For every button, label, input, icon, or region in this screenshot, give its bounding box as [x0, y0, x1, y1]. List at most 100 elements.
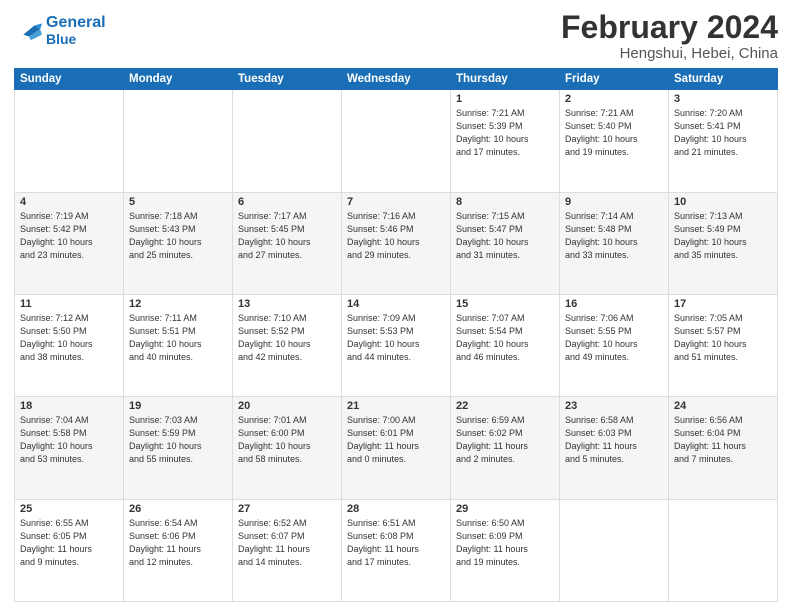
day-info: Sunrise: 7:12 AMSunset: 5:50 PMDaylight:… [20, 312, 118, 364]
calendar-day-11: 11 Sunrise: 7:12 AMSunset: 5:50 PMDayligh… [15, 294, 124, 396]
day-number: 5 [129, 196, 227, 208]
day-number: 17 [674, 298, 772, 310]
calendar-day-4: 4 Sunrise: 7:19 AMSunset: 5:42 PMDaylight… [15, 192, 124, 294]
calendar-week-row: 18Sunrise: 7:04 AMSunset: 5:58 PMDayligh… [15, 397, 778, 499]
day-number: 20 [238, 400, 336, 412]
calendar-day-19: 19Sunrise: 7:03 AMSunset: 5:59 PMDayligh… [124, 397, 233, 499]
weekday-header-tuesday: Tuesday [233, 69, 342, 90]
main-title: February 2024 [561, 10, 778, 45]
calendar-day-20: 20 Sunrise: 7:01 AMSunset: 6:00 PMDayligh… [233, 397, 342, 499]
day-info: Sunrise: 6:59 AMSunset: 6:02 PMDaylight:… [456, 414, 554, 466]
day-info: Sunrise: 6:51 AMSunset: 6:08 PMDaylight:… [347, 517, 445, 569]
day-info: Sunrise: 7:18 AMSunset: 5:43 PMDaylight:… [129, 210, 227, 262]
day-info: Sunrise: 7:15 AMSunset: 5:47 PMDaylight:… [456, 210, 554, 262]
calendar-day-2: 2Sunrise: 7:21 AMSunset: 5:40 PMDaylight… [560, 90, 669, 192]
calendar-table: SundayMondayTuesdayWednesdayThursdayFrid… [14, 68, 778, 602]
weekday-header-friday: Friday [560, 69, 669, 90]
calendar-empty-cell [669, 499, 778, 601]
calendar-day-7: 7Sunrise: 7:16 AMSunset: 5:46 PMDaylight… [342, 192, 451, 294]
day-number: 11 [20, 298, 118, 310]
day-number: 1 [456, 93, 554, 105]
day-info: Sunrise: 7:09 AMSunset: 5:53 PMDaylight:… [347, 312, 445, 364]
calendar-week-row: 1 Sunrise: 7:21 AMSunset: 5:39 PMDaylight… [15, 90, 778, 192]
day-number: 21 [347, 400, 445, 412]
day-info: Sunrise: 7:14 AMSunset: 5:48 PMDaylight:… [565, 210, 663, 262]
logo: General Blue [14, 14, 106, 47]
day-info: Sunrise: 6:56 AMSunset: 6:04 PMDaylight:… [674, 414, 772, 466]
calendar-day-18: 18Sunrise: 7:04 AMSunset: 5:58 PMDayligh… [15, 397, 124, 499]
calendar-day-3: 3 Sunrise: 7:20 AMSunset: 5:41 PMDaylight… [669, 90, 778, 192]
calendar-empty-cell [233, 90, 342, 192]
calendar-day-8: 8 Sunrise: 7:15 AMSunset: 5:47 PMDaylight… [451, 192, 560, 294]
weekday-header-monday: Monday [124, 69, 233, 90]
day-info: Sunrise: 7:00 AMSunset: 6:01 PMDaylight:… [347, 414, 445, 466]
calendar-day-17: 17 Sunrise: 7:05 AMSunset: 5:57 PMDayligh… [669, 294, 778, 396]
page: General Blue February 2024 Hengshui, Heb… [0, 0, 792, 612]
day-number: 23 [565, 400, 663, 412]
logo-bird-icon [14, 16, 42, 44]
day-number: 26 [129, 503, 227, 515]
calendar-empty-cell [15, 90, 124, 192]
calendar-day-29: 29 Sunrise: 6:50 AMSunset: 6:09 PMDayligh… [451, 499, 560, 601]
calendar-day-1: 1 Sunrise: 7:21 AMSunset: 5:39 PMDaylight… [451, 90, 560, 192]
day-info: Sunrise: 6:52 AMSunset: 6:07 PMDaylight:… [238, 517, 336, 569]
title-block: February 2024 Hengshui, Hebei, China [561, 10, 778, 62]
day-info: Sunrise: 7:21 AMSunset: 5:39 PMDaylight:… [456, 107, 554, 159]
day-info: Sunrise: 7:20 AMSunset: 5:41 PMDaylight:… [674, 107, 772, 159]
day-number: 19 [129, 400, 227, 412]
calendar-week-row: 4 Sunrise: 7:19 AMSunset: 5:42 PMDaylight… [15, 192, 778, 294]
calendar-day-6: 6 Sunrise: 7:17 AMSunset: 5:45 PMDaylight… [233, 192, 342, 294]
weekday-header-sunday: Sunday [15, 69, 124, 90]
day-info: Sunrise: 7:06 AMSunset: 5:55 PMDaylight:… [565, 312, 663, 364]
calendar-empty-cell [124, 90, 233, 192]
calendar-day-21: 21 Sunrise: 7:00 AMSunset: 6:01 PMDayligh… [342, 397, 451, 499]
weekday-header-saturday: Saturday [669, 69, 778, 90]
day-number: 14 [347, 298, 445, 310]
calendar-day-16: 16 Sunrise: 7:06 AMSunset: 5:55 PMDayligh… [560, 294, 669, 396]
day-number: 27 [238, 503, 336, 515]
weekday-header-row: SundayMondayTuesdayWednesdayThursdayFrid… [15, 69, 778, 90]
calendar-week-row: 11 Sunrise: 7:12 AMSunset: 5:50 PMDayligh… [15, 294, 778, 396]
day-number: 7 [347, 196, 445, 208]
day-number: 8 [456, 196, 554, 208]
day-number: 10 [674, 196, 772, 208]
day-number: 6 [238, 196, 336, 208]
day-info: Sunrise: 6:50 AMSunset: 6:09 PMDaylight:… [456, 517, 554, 569]
day-number: 4 [20, 196, 118, 208]
day-number: 16 [565, 298, 663, 310]
calendar-day-23: 23Sunrise: 6:58 AMSunset: 6:03 PMDayligh… [560, 397, 669, 499]
day-number: 3 [674, 93, 772, 105]
calendar-empty-cell [342, 90, 451, 192]
day-number: 24 [674, 400, 772, 412]
day-number: 15 [456, 298, 554, 310]
calendar-empty-cell [560, 499, 669, 601]
calendar-day-25: 25 Sunrise: 6:55 AMSunset: 6:05 PMDayligh… [15, 499, 124, 601]
calendar-day-5: 5 Sunrise: 7:18 AMSunset: 5:43 PMDaylight… [124, 192, 233, 294]
day-number: 28 [347, 503, 445, 515]
day-info: Sunrise: 7:07 AMSunset: 5:54 PMDaylight:… [456, 312, 554, 364]
day-info: Sunrise: 7:11 AMSunset: 5:51 PMDaylight:… [129, 312, 227, 364]
day-info: Sunrise: 7:05 AMSunset: 5:57 PMDaylight:… [674, 312, 772, 364]
calendar-day-22: 22Sunrise: 6:59 AMSunset: 6:02 PMDayligh… [451, 397, 560, 499]
calendar-day-9: 9 Sunrise: 7:14 AMSunset: 5:48 PMDaylight… [560, 192, 669, 294]
day-number: 12 [129, 298, 227, 310]
day-number: 2 [565, 93, 663, 105]
calendar-week-row: 25 Sunrise: 6:55 AMSunset: 6:05 PMDayligh… [15, 499, 778, 601]
day-number: 9 [565, 196, 663, 208]
day-info: Sunrise: 6:55 AMSunset: 6:05 PMDaylight:… [20, 517, 118, 569]
calendar-day-15: 15 Sunrise: 7:07 AMSunset: 5:54 PMDayligh… [451, 294, 560, 396]
logo-text: General Blue [46, 14, 106, 47]
calendar-day-27: 27 Sunrise: 6:52 AMSunset: 6:07 PMDayligh… [233, 499, 342, 601]
day-number: 29 [456, 503, 554, 515]
calendar-day-10: 10Sunrise: 7:13 AMSunset: 5:49 PMDayligh… [669, 192, 778, 294]
day-info: Sunrise: 7:01 AMSunset: 6:00 PMDaylight:… [238, 414, 336, 466]
calendar-day-12: 12 Sunrise: 7:11 AMSunset: 5:51 PMDayligh… [124, 294, 233, 396]
sub-title: Hengshui, Hebei, China [561, 45, 778, 62]
day-info: Sunrise: 7:19 AMSunset: 5:42 PMDaylight:… [20, 210, 118, 262]
calendar-day-13: 13Sunrise: 7:10 AMSunset: 5:52 PMDayligh… [233, 294, 342, 396]
day-info: Sunrise: 7:10 AMSunset: 5:52 PMDaylight:… [238, 312, 336, 364]
day-number: 25 [20, 503, 118, 515]
weekday-header-wednesday: Wednesday [342, 69, 451, 90]
day-info: Sunrise: 7:17 AMSunset: 5:45 PMDaylight:… [238, 210, 336, 262]
weekday-header-thursday: Thursday [451, 69, 560, 90]
